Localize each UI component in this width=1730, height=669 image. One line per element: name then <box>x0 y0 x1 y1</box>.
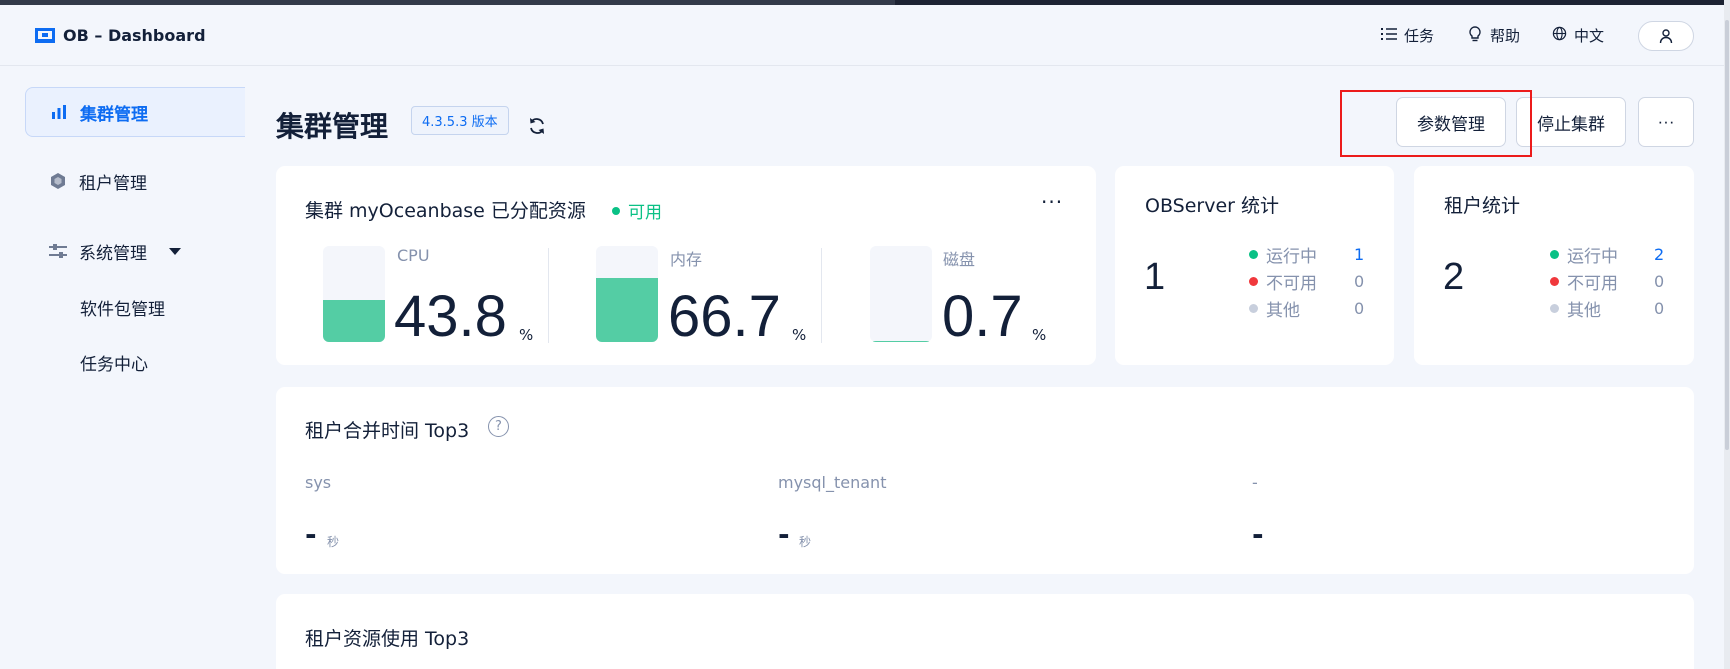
cluster-status: 可用 <box>612 198 662 223</box>
stop-cluster-button[interactable]: 停止集群 <box>1516 97 1626 147</box>
resource-card-title: 集群 myOceanbase 已分配资源 <box>305 200 586 222</box>
sidebar-item-tenant[interactable]: 租户管理 <box>25 156 245 206</box>
sidebar-item-label: 集群管理 <box>80 104 148 125</box>
legend-count: 1 <box>1354 245 1365 264</box>
merge-card-title: 租户合并时间 Top3 <box>305 420 470 442</box>
tenant-row-other: 其他 0 <box>1550 296 1664 321</box>
tenant-row-running: 运行中 2 <box>1550 242 1664 267</box>
tenant-row-unavailable: 不可用 0 <box>1550 269 1664 294</box>
memory-meter <box>596 246 658 342</box>
running-dot-icon <box>1249 250 1258 259</box>
sidebar-item-label: 系统管理 <box>79 243 147 264</box>
merge-item-name: mysql_tenant <box>778 473 887 492</box>
app-logo[interactable]: OB – Dashboard <box>35 26 206 45</box>
merge-item-name: sys <box>305 473 332 492</box>
disk-meter-fill <box>870 340 932 342</box>
sidebar-item-cluster[interactable]: 集群管理 <box>25 87 245 137</box>
tenant-total: 2 <box>1443 256 1465 298</box>
disk-unit: % <box>1032 326 1047 344</box>
sidebar-subitem-packages[interactable]: 软件包管理 <box>80 295 165 320</box>
running-dot-icon <box>1550 250 1559 259</box>
highlight-box <box>1340 90 1532 157</box>
help-icon[interactable]: ? <box>488 416 509 437</box>
legend-label: 其他 <box>1567 301 1601 321</box>
list-icon <box>1380 27 1398 45</box>
help-label: 帮助 <box>1490 27 1521 45</box>
more-actions-button[interactable]: ··· <box>1638 97 1694 147</box>
cpu-meter-fill <box>323 299 385 342</box>
disk-value: 0.7 <box>942 284 1023 349</box>
disk-meter <box>870 246 932 342</box>
sidebar-item-label: 租户管理 <box>79 173 147 194</box>
legend-label: 不可用 <box>1567 274 1618 294</box>
user-avatar-button[interactable] <box>1638 21 1694 51</box>
ob-logo-icon <box>35 28 55 43</box>
lightbulb-icon <box>1466 25 1484 46</box>
disk-label: 磁盘 <box>943 250 976 269</box>
memory-unit: % <box>792 326 807 344</box>
hexagon-icon <box>47 172 69 190</box>
observer-card-title: OBServer 统计 <box>1145 195 1280 217</box>
scrollbar-thumb[interactable] <box>1725 20 1729 450</box>
legend-label: 运行中 <box>1266 247 1317 267</box>
bar-chart-icon <box>48 105 70 119</box>
language-nav[interactable]: 中文 <box>1550 25 1604 46</box>
version-badge: 4.3.5.3 版本 <box>411 106 509 135</box>
legend-label: 运行中 <box>1567 247 1618 267</box>
merge-item-value: - <box>778 518 790 551</box>
cpu-label: CPU <box>397 246 430 265</box>
legend-count: 0 <box>1654 299 1665 318</box>
legend-count: 2 <box>1654 245 1665 264</box>
observer-row-other: 其他 0 <box>1249 296 1364 321</box>
unavailable-dot-icon <box>1249 277 1258 286</box>
page-title: 集群管理 <box>276 110 389 143</box>
resource-usage-card <box>276 594 1694 669</box>
legend-count: 0 <box>1354 299 1365 318</box>
memory-label: 内存 <box>670 250 703 269</box>
sidebar-item-system[interactable]: 系统管理 <box>25 226 245 276</box>
status-dot-icon <box>612 206 620 215</box>
other-dot-icon <box>1550 304 1559 313</box>
tenant-card-title: 租户统计 <box>1444 195 1521 217</box>
usage-card-title: 租户资源使用 Top3 <box>305 628 470 650</box>
tasks-label: 任务 <box>1404 27 1435 45</box>
top-header: OB – Dashboard 任务 帮助 中文 <box>0 5 1724 66</box>
refresh-icon[interactable] <box>527 116 547 136</box>
legend-label: 其他 <box>1266 301 1300 321</box>
user-icon <box>1659 29 1673 44</box>
app-logo-text: OB – Dashboard <box>63 26 206 45</box>
observer-row-running: 运行中 1 <box>1249 242 1364 267</box>
cpu-meter <box>323 246 385 342</box>
merge-item-value: - <box>305 518 317 551</box>
observer-total: 1 <box>1144 256 1166 298</box>
memory-value: 66.7 <box>668 284 781 349</box>
merge-item-unit: 秒 <box>327 535 340 549</box>
metric-divider <box>548 248 549 343</box>
unavailable-dot-icon <box>1550 277 1559 286</box>
scrollbar[interactable] <box>1724 0 1730 669</box>
memory-meter-fill <box>596 277 658 342</box>
sliders-icon <box>47 243 69 259</box>
merge-time-card <box>276 387 1694 574</box>
merge-item-value: - <box>1252 518 1264 551</box>
merge-item-name: - <box>1252 473 1258 492</box>
sidebar-subitem-tasks[interactable]: 任务中心 <box>80 350 148 375</box>
legend-count: 0 <box>1354 272 1365 291</box>
other-dot-icon <box>1249 304 1258 313</box>
cpu-value: 43.8 <box>394 284 507 349</box>
legend-label: 不可用 <box>1266 274 1317 294</box>
globe-icon <box>1550 26 1568 45</box>
metric-divider <box>821 248 822 343</box>
help-nav[interactable]: 帮助 <box>1466 25 1520 46</box>
sidebar: 集群管理 租户管理 系统管理 软件包管理 任务中心 <box>0 66 245 669</box>
status-label: 可用 <box>628 203 662 223</box>
resource-more-button[interactable]: ··· <box>1041 190 1063 214</box>
legend-count: 0 <box>1654 272 1665 291</box>
language-label: 中文 <box>1574 27 1605 45</box>
observer-row-unavailable: 不可用 0 <box>1249 269 1364 294</box>
merge-item-unit: 秒 <box>799 535 812 549</box>
tasks-nav[interactable]: 任务 <box>1380 25 1434 46</box>
caret-down-icon[interactable] <box>169 241 181 261</box>
cpu-unit: % <box>519 326 534 344</box>
